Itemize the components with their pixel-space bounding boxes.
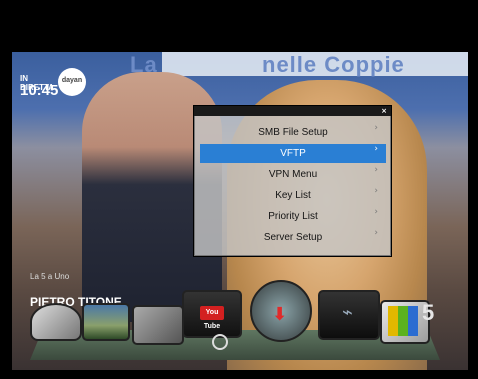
settings-icon[interactable] xyxy=(132,305,184,345)
chevron-right-icon: › xyxy=(374,165,378,175)
tv-screen: La nelle Coppie IN DIRETTA 10:45 dayan L… xyxy=(0,0,478,379)
chevron-right-icon: › xyxy=(374,228,378,238)
network-logo: 5 xyxy=(422,300,435,325)
www-download-icon[interactable]: ⬇ xyxy=(250,280,312,342)
menu-item-label: VFTP xyxy=(280,148,306,159)
download-arrow-icon: ⬇ xyxy=(272,304,288,325)
menu-item-label: Priority List xyxy=(268,211,318,222)
menu-item-key-list[interactable]: Key List › xyxy=(200,186,386,205)
satellite-icon[interactable] xyxy=(30,303,82,341)
menu-item-label: Key List xyxy=(275,190,311,201)
chevron-right-icon: › xyxy=(374,123,378,133)
menu-item-server-setup[interactable]: Server Setup › xyxy=(200,228,386,247)
chevron-right-icon: › xyxy=(374,144,378,154)
banner-text-right: nelle Coppie xyxy=(262,52,405,77)
youtube-label: You Tube xyxy=(200,306,224,330)
usb-icon[interactable]: ⌁ xyxy=(318,290,380,340)
selection-indicator-icon xyxy=(212,334,228,350)
chevron-right-icon: › xyxy=(374,207,378,217)
menu-item-label: SMB File Setup xyxy=(258,127,328,138)
channel-logo: dayan xyxy=(58,68,86,96)
show-caption: La 5 a Uno xyxy=(30,272,70,281)
menu-item-vftp[interactable]: VFTP › xyxy=(200,144,386,163)
youtube-icon[interactable]: You Tube xyxy=(182,290,242,338)
usb-symbol-icon: ⌁ xyxy=(342,302,353,323)
chevron-right-icon: › xyxy=(374,186,378,196)
clock-time: 10:45 xyxy=(20,82,59,99)
blocks-icon xyxy=(388,306,418,336)
menu-item-smb-file-setup[interactable]: SMB File Setup › xyxy=(200,123,386,142)
picture-icon[interactable] xyxy=(82,303,130,341)
menu-item-priority-list[interactable]: Priority List › xyxy=(200,207,386,226)
network-settings-menu: × SMB File Setup › VFTP › VPN Menu › Key… xyxy=(193,105,392,257)
close-icon[interactable]: × xyxy=(381,107,387,115)
menu-item-label: Server Setup xyxy=(263,232,323,243)
menu-titlebar: × xyxy=(194,106,391,116)
menu-item-label: VPN Menu xyxy=(268,169,318,180)
menu-item-vpn-menu[interactable]: VPN Menu › xyxy=(200,165,386,184)
channel-logo-text: dayan xyxy=(61,77,83,84)
